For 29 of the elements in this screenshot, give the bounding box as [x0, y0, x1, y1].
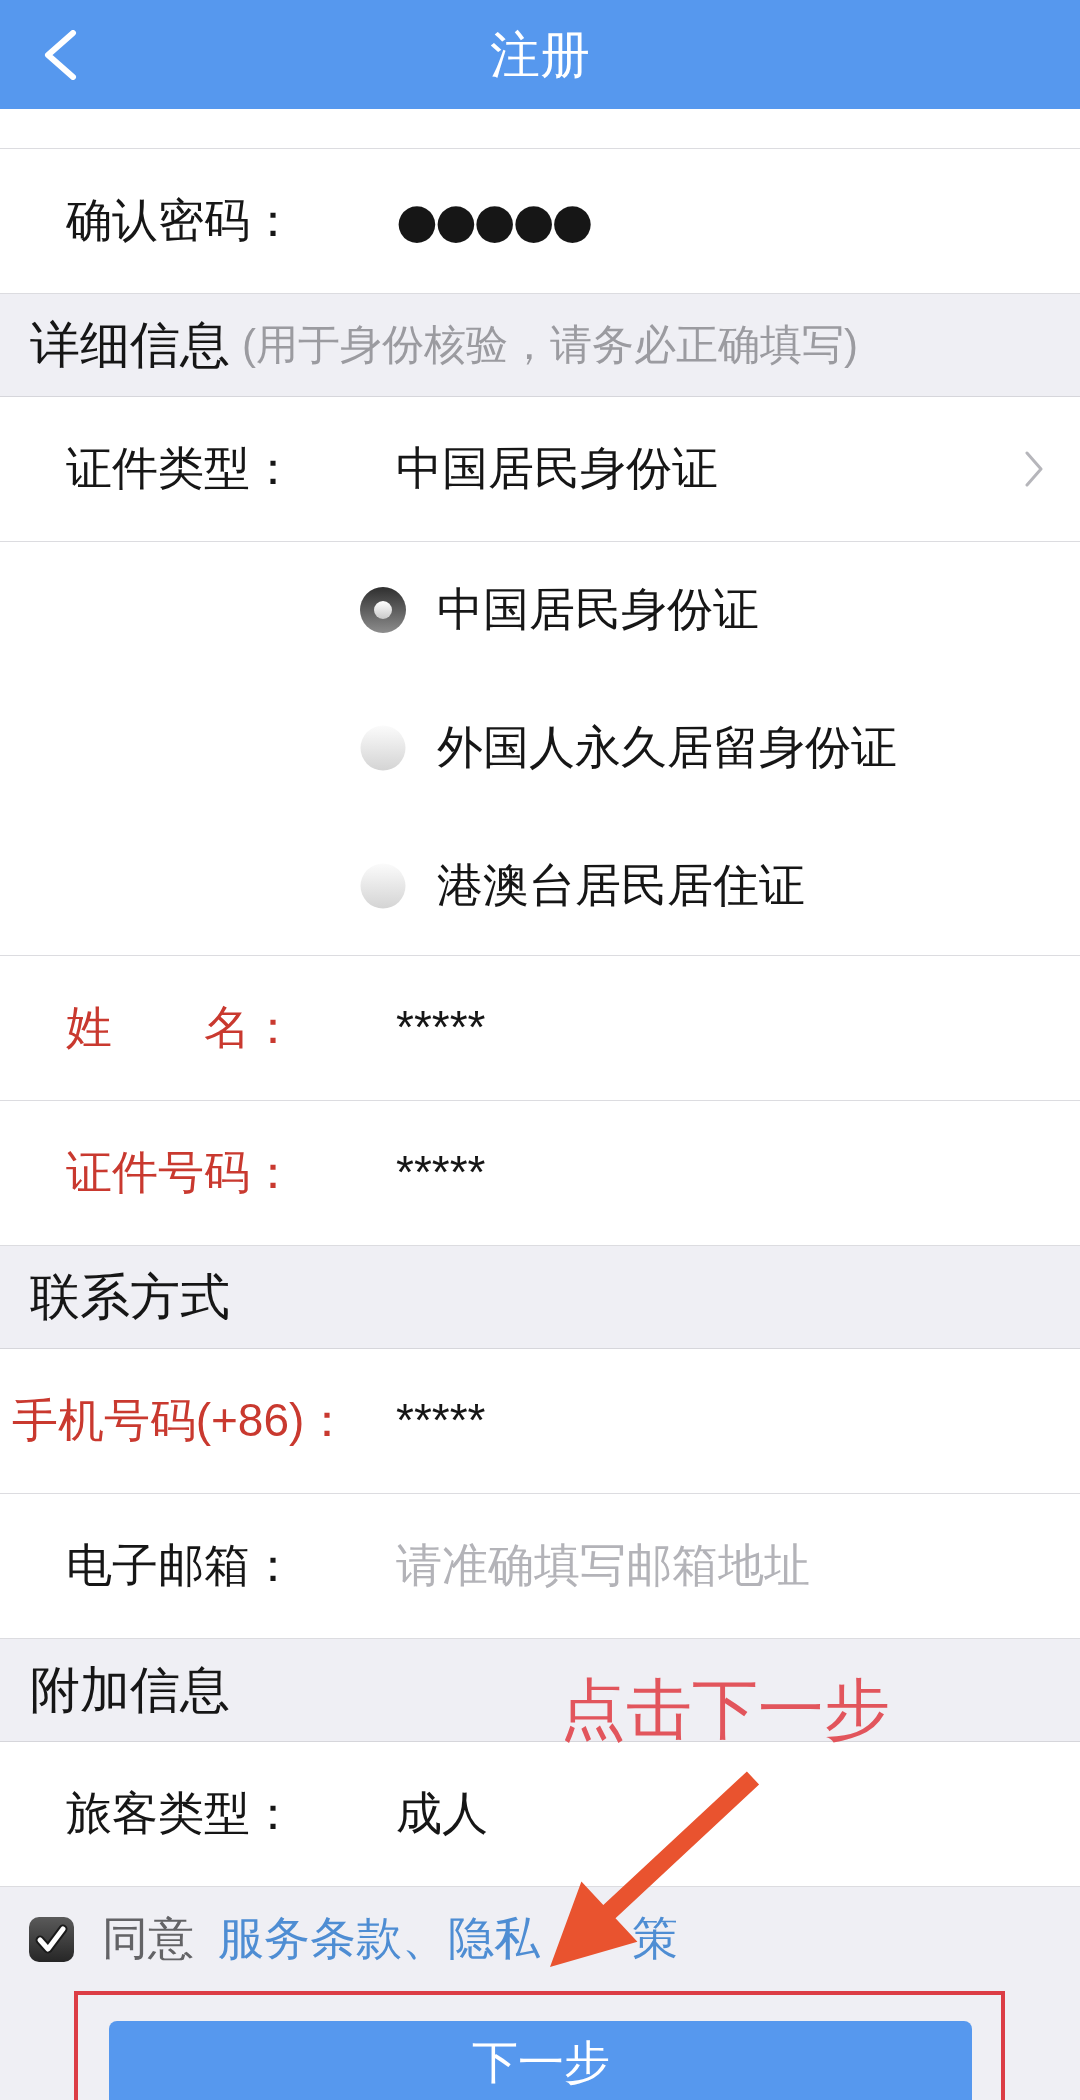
nav-title: 注册	[490, 29, 590, 80]
radio-icon[interactable]	[360, 587, 406, 633]
input-field[interactable]: *****	[396, 1393, 486, 1449]
chevron-right-icon[interactable]	[1025, 451, 1043, 487]
field-label: 电子邮箱：	[65, 1538, 297, 1594]
radio-option[interactable]: 外国人永久居留身份证	[360, 718, 897, 778]
checkbox-icon[interactable]	[29, 1916, 74, 1962]
radio-option[interactable]: 港澳台居民居住证	[360, 856, 805, 916]
section-note: (用于身份核验，请务必正确填写)	[242, 319, 858, 370]
field-label: 手机号码(+86)：	[10, 1393, 352, 1449]
select-field[interactable]: 中国居民身份证	[396, 441, 718, 497]
radio-icon[interactable]	[360, 863, 406, 909]
field-label: 确认密码：	[65, 193, 297, 249]
password-field[interactable]: ●●●●●	[396, 192, 591, 250]
field-label: 姓 名：	[65, 1000, 297, 1056]
annotation-text: 点击下一步	[560, 1676, 890, 1742]
agreement-label: 同意	[102, 1911, 194, 1967]
input-field[interactable]: *****	[396, 1145, 486, 1201]
radio-option[interactable]: 中国居民身份证	[360, 580, 759, 640]
field-label: 证件类型：	[65, 441, 297, 497]
section-title: 联系方式	[30, 1268, 230, 1327]
back-icon[interactable]	[43, 29, 77, 80]
input-field[interactable]: *****	[396, 1000, 486, 1056]
field-label: 旅客类型：	[65, 1786, 297, 1842]
section-title: 详细信息	[30, 316, 230, 375]
input-field[interactable]: 成人	[396, 1786, 488, 1842]
radio-icon[interactable]	[360, 725, 406, 771]
section-title: 附加信息	[30, 1661, 230, 1720]
field-label: 证件号码：	[65, 1145, 297, 1201]
